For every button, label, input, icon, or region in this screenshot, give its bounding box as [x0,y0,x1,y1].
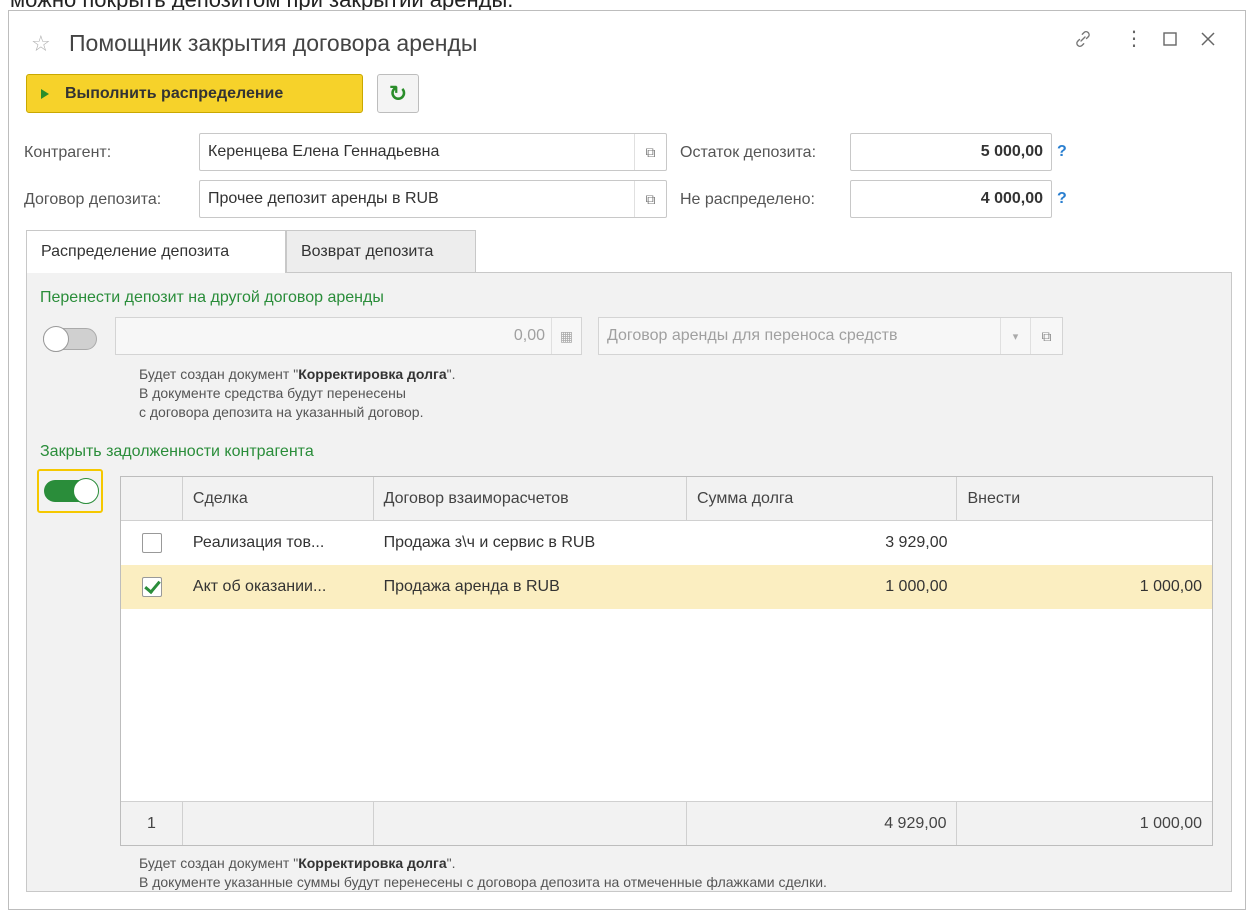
transfer-note: Будет создан документ "Корректировка дол… [139,365,456,422]
run-distribution-button[interactable]: Выполнить распределение [26,74,363,113]
column-deal[interactable]: Сделка [183,477,374,520]
row-checkbox[interactable] [141,533,162,553]
close-debts-toggle-focus [37,469,103,513]
footer-empty [374,802,687,845]
debts-table: Сделка Договор взаиморасчетов Сумма долг… [120,476,1213,846]
column-pay[interactable]: Внести [957,477,1212,520]
row-checkbox-cell [121,565,183,609]
transfer-toggle[interactable] [43,326,97,352]
open-form-icon: ⧉ [1030,318,1062,354]
table-header: Сделка Договор взаиморасчетов Сумма долг… [121,477,1212,521]
undistributed-label: Не распределено: [680,191,815,208]
table-footer: 1 4 929,00 1 000,00 [121,801,1212,845]
note-text: ". [446,855,456,871]
deposit-contract-value: Прочее депозит аренды в RUB [208,190,439,207]
help-icon[interactable]: ? [1057,143,1067,161]
note-text: ". [446,366,456,382]
counterparty-value: Керенцева Елена Геннадьевна [208,143,440,160]
toggle-knob [73,478,99,504]
table-row[interactable]: Акт об оказании... Продажа аренда в RUB … [121,565,1212,609]
pay-cell[interactable] [957,521,1212,565]
undistributed-value: 4 000,00 [980,190,1043,207]
tab-deposit-distribution[interactable]: Распределение депозита [26,230,286,273]
transfer-amount-field: 0,00 ▦ [115,317,582,355]
transfer-section-title: Перенести депозит на другой договор арен… [40,289,384,306]
column-check[interactable] [121,477,183,520]
open-form-icon[interactable]: ⧉ [634,134,666,170]
footer-debt-total: 4 929,00 [687,802,958,845]
note-text: Будет создан документ " [139,366,299,382]
debt-cell: 3 929,00 [885,534,948,551]
more-menu-icon[interactable]: ⋮ [1124,29,1144,49]
row-checkbox-cell [121,521,183,565]
maximize-icon[interactable] [1162,31,1178,51]
table-row[interactable]: Реализация тов... Продажа з\ч и сервис в… [121,521,1212,565]
deposit-contract-field[interactable]: Прочее депозит аренды в RUB ⧉ [199,180,667,218]
tab-deposit-return[interactable]: Возврат депозита [286,230,476,272]
deposit-balance-field: 5 000,00 [850,133,1052,171]
counterparty-field[interactable]: Керенцева Елена Геннадьевна ⧉ [199,133,667,171]
deposit-balance-value: 5 000,00 [980,143,1043,160]
refresh-button[interactable]: ↻ [377,74,419,113]
note-doc-name: Корректировка долга [298,855,447,871]
refresh-icon: ↻ [388,80,408,106]
counterparty-label: Контрагент: [24,144,112,161]
play-icon [41,88,49,99]
deal-cell: Реализация тов... [192,534,325,551]
close-icon[interactable] [1199,30,1217,52]
close-debts-note: Будет создан документ "Корректировка дол… [139,854,827,892]
transfer-contract-field: Договор аренды для переноса средств ▾ ⧉ [598,317,1063,355]
transfer-amount-value: 0,00 [513,327,545,344]
note-text: В документе указанные суммы будут перене… [139,874,827,890]
deal-cell: Акт об оказании... [192,578,327,595]
link-icon[interactable] [1073,29,1093,53]
deposit-balance-label: Остаток депозита: [680,144,817,161]
footer-count: 1 [121,802,183,845]
column-debt[interactable]: Сумма долга [687,477,958,520]
note-text: с договора депозита на указанный договор… [139,404,424,420]
undistributed-field: 4 000,00 [850,180,1052,218]
pay-cell[interactable]: 1 000,00 [957,565,1212,609]
footer-empty [183,802,374,845]
column-contract[interactable]: Договор взаиморасчетов [374,477,687,520]
note-text: Будет создан документ " [139,855,299,871]
assistant-window: ☆ Помощник закрытия договора аренды ⋮ Вы… [8,10,1246,910]
toggle-knob [43,326,69,352]
close-debts-toggle[interactable] [44,478,99,504]
footer-pay-total: 1 000,00 [1139,814,1203,832]
run-distribution-label: Выполнить распределение [65,84,284,102]
help-icon[interactable]: ? [1057,190,1067,208]
favorite-star-icon[interactable]: ☆ [31,33,51,55]
calculator-icon: ▦ [551,318,581,354]
transfer-contract-placeholder: Договор аренды для переноса средств [607,327,898,344]
contract-cell: Продажа аренда в RUB [383,578,560,595]
chevron-down-icon: ▾ [1000,318,1030,354]
deposit-contract-label: Договор депозита: [24,191,162,208]
open-form-icon[interactable]: ⧉ [634,181,666,217]
window-title: Помощник закрытия договора аренды [69,30,478,56]
row-checkbox[interactable] [141,577,162,597]
contract-cell: Продажа з\ч и сервис в RUB [383,534,596,551]
note-text: В документе средства будут перенесены [139,385,406,401]
debt-cell: 1 000,00 [885,578,948,595]
close-debts-section-title: Закрыть задолженности контрагента [40,443,314,460]
note-doc-name: Корректировка долга [298,366,447,382]
